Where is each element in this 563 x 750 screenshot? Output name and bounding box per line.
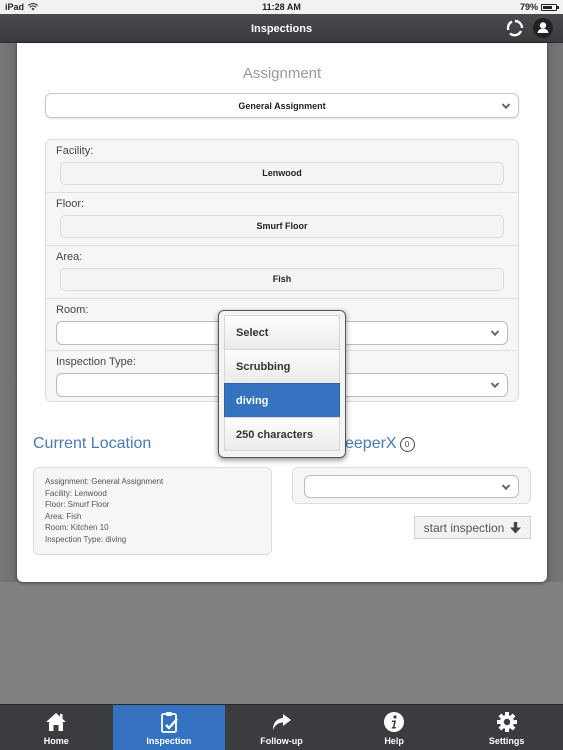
arrow-down-icon	[510, 521, 522, 533]
floor-row: Floor: Smurf Floor	[46, 193, 518, 246]
backdrop-right	[547, 43, 563, 582]
tab-follow-up[interactable]: Follow-up	[225, 705, 338, 750]
inspection-type-label: Inspection Type:	[56, 356, 136, 368]
location-line: Inspection Type: diving	[45, 534, 127, 544]
battery-icon	[541, 3, 559, 11]
current-location-box: Assignment: General Assignment Facility:…	[33, 467, 272, 555]
tab-label: Help	[384, 736, 404, 746]
tab-label: Inspection	[146, 736, 192, 746]
room-label: Room:	[56, 304, 89, 316]
location-line: Assignment: General Assignment	[45, 477, 164, 486]
refresh-icon[interactable]	[505, 18, 525, 38]
start-inspection-label: start inspection	[423, 520, 505, 535]
nav-bar: Inspections	[0, 14, 563, 43]
picker-option[interactable]: Scrubbing	[224, 349, 340, 383]
picker-option[interactable]: 250 characters	[224, 417, 340, 451]
area-row: Area: Fish	[46, 246, 518, 299]
picker-option[interactable]: diving	[224, 383, 340, 417]
home-icon	[46, 713, 67, 731]
share-arrow-icon	[273, 714, 292, 730]
battery-percent: 79%	[519, 2, 538, 12]
tab-label: Settings	[488, 736, 525, 746]
facility-row: Facility: Lenwood	[46, 140, 518, 193]
clock: 11:28 AM	[262, 2, 301, 12]
tab-bar: Home Inspection Follow-up Help Settings	[0, 704, 563, 750]
keeper-title: keeperX 0	[337, 435, 415, 453]
facility-label: Facility:	[56, 145, 94, 157]
area-label: Area:	[56, 251, 83, 263]
user-icon[interactable]	[533, 18, 553, 38]
gear-icon	[496, 712, 517, 732]
clipboard-check-icon	[160, 712, 178, 733]
page-title: Inspections	[250, 23, 313, 35]
floor-value[interactable]: Smurf Floor	[60, 215, 504, 238]
chevron-down-icon	[490, 327, 500, 337]
tab-label: Home	[43, 736, 69, 746]
location-line: Room: Kitchen 10	[45, 523, 109, 532]
assignment-select-value: General Assignment	[238, 100, 326, 111]
tab-home[interactable]: Home	[0, 705, 113, 750]
start-inspection-button[interactable]: start inspection	[414, 516, 531, 539]
facility-value[interactable]: Lenwood	[60, 162, 504, 185]
keeper-select[interactable]	[304, 475, 519, 498]
status-bar: iPad 11:28 AM 79%	[0, 0, 563, 14]
location-line: Floor: Smurf Floor	[45, 500, 110, 509]
assignment-title: Assignment	[242, 65, 322, 82]
tab-inspection[interactable]: Inspection	[112, 705, 226, 750]
tab-label: Follow-up	[260, 736, 303, 746]
tab-settings[interactable]: Settings	[450, 705, 563, 750]
current-location-title: Current Location	[33, 435, 152, 452]
location-line: Area: Fish	[45, 511, 82, 521]
area-value[interactable]: Fish	[60, 268, 504, 291]
keeper-count-badge: 0	[399, 436, 415, 452]
backdrop-left	[0, 43, 17, 582]
floor-label: Floor:	[56, 198, 85, 210]
assignment-select[interactable]: General Assignment	[45, 93, 519, 118]
keeper-box	[292, 467, 531, 504]
battery-fill	[543, 5, 553, 9]
chevron-down-icon	[501, 481, 511, 490]
picker-option[interactable]: Select	[224, 315, 340, 349]
tab-help[interactable]: Help	[338, 705, 451, 750]
chevron-down-icon	[490, 379, 500, 389]
location-line: Facility: Lenwood	[45, 488, 107, 498]
inspection-type-picker: Select Scrubbing diving 250 characters	[218, 310, 346, 458]
info-icon	[384, 712, 405, 732]
